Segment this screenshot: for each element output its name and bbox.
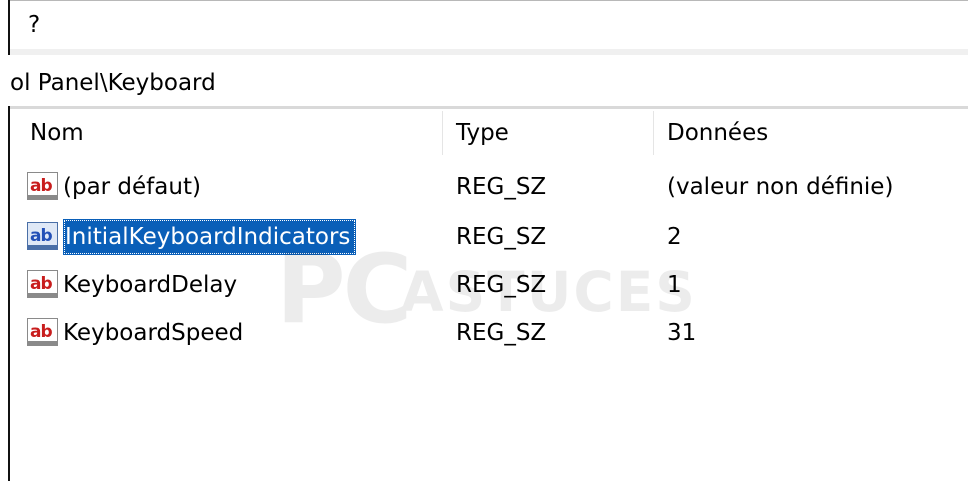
- menu-bar: ?: [10, 1, 968, 49]
- help-menu-item[interactable]: ?: [28, 12, 40, 38]
- value-data: 2: [667, 224, 682, 250]
- column-header-type[interactable]: Type: [456, 109, 509, 157]
- value-name: (par défaut): [63, 174, 201, 200]
- value-data: (valeur non définie): [667, 174, 894, 200]
- table-row[interactable]: ab (par défaut) REG_SZ (valeur non défin…: [10, 163, 968, 211]
- value-name: KeyboardDelay: [63, 272, 238, 298]
- column-divider[interactable]: [653, 111, 654, 155]
- registry-string-icon: ab: [27, 222, 58, 250]
- value-data: 1: [667, 272, 682, 298]
- registry-string-icon: ab: [27, 318, 58, 346]
- table-row[interactable]: ab KeyboardSpeed REG_SZ 31: [10, 309, 968, 357]
- value-name: InitialKeyboardIndicators: [63, 219, 357, 255]
- registry-editor-window: ? ol Panel\Keyboard Nom Type Données ab …: [0, 0, 968, 481]
- value-type: REG_SZ: [456, 224, 547, 250]
- value-type: REG_SZ: [456, 272, 547, 298]
- column-header-name[interactable]: Nom: [30, 109, 84, 157]
- column-divider[interactable]: [442, 111, 443, 155]
- column-header-data[interactable]: Données: [667, 109, 768, 157]
- address-bar[interactable]: ol Panel\Keyboard: [0, 55, 968, 106]
- value-name: KeyboardSpeed: [63, 320, 244, 346]
- address-path[interactable]: ol Panel\Keyboard: [10, 70, 216, 96]
- registry-string-icon: ab: [27, 270, 58, 298]
- value-type: REG_SZ: [456, 174, 547, 200]
- list-header: Nom Type Données: [10, 109, 968, 157]
- registry-values-list[interactable]: Nom Type Données ab (par défaut) REG_SZ …: [10, 109, 968, 481]
- value-data: 31: [667, 320, 697, 346]
- value-type: REG_SZ: [456, 320, 547, 346]
- registry-string-icon: ab: [27, 172, 58, 200]
- table-row-selected[interactable]: ab InitialKeyboardIndicators REG_SZ 2: [10, 213, 968, 261]
- table-row[interactable]: ab KeyboardDelay REG_SZ 1: [10, 261, 968, 309]
